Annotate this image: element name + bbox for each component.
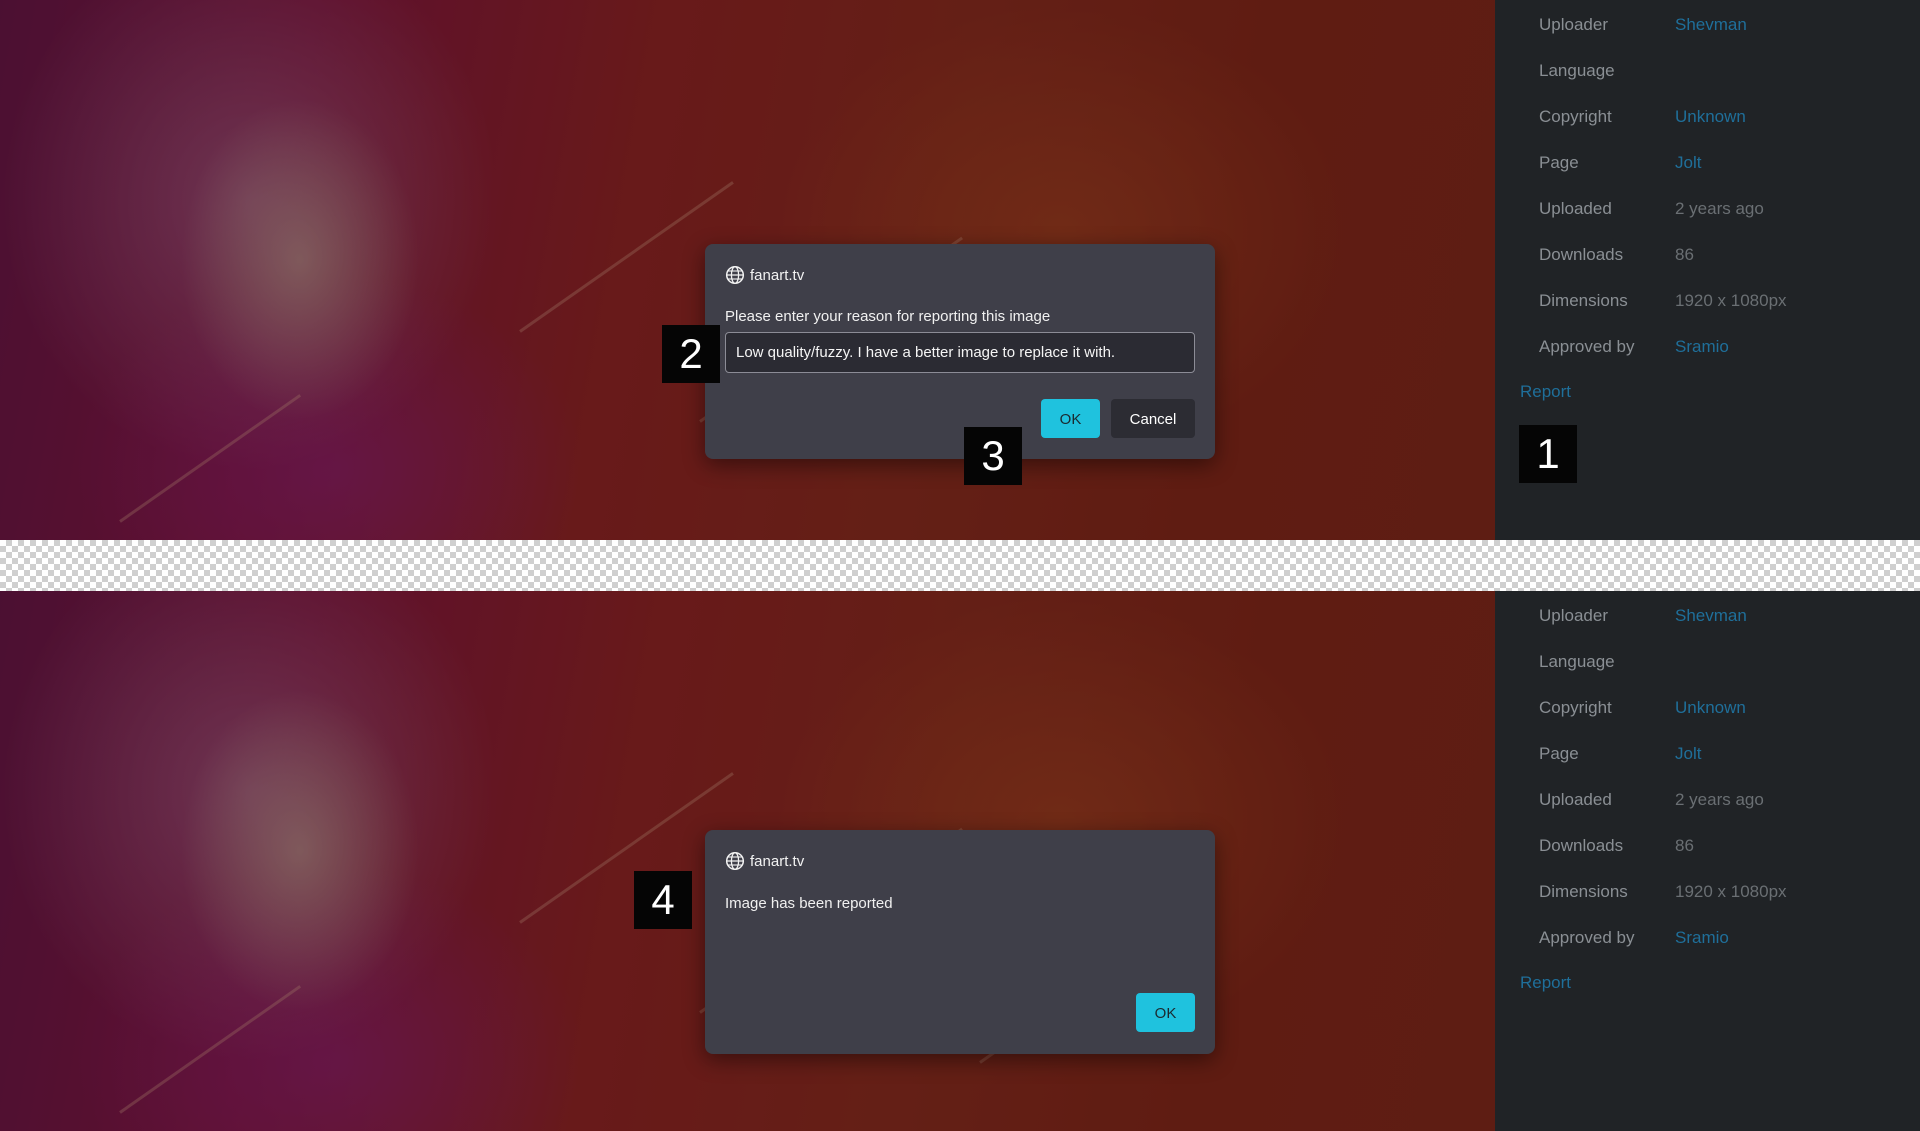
step-marker-4: 4	[634, 871, 692, 929]
info-label: Uploader	[1539, 15, 1608, 34]
page-link[interactable]: Jolt	[1675, 739, 1701, 769]
globe-icon	[725, 851, 745, 871]
report-link[interactable]: Report	[1520, 973, 1571, 993]
uploader-link[interactable]: Shevman	[1675, 10, 1747, 40]
report-reason-dialog: fanart.tv Please enter your reason for r…	[705, 244, 1215, 459]
ok-button[interactable]: OK	[1041, 399, 1100, 438]
info-value: 1920 x 1080px	[1675, 291, 1787, 310]
top-panel: Uploader Shevman Language Copyright Unkn…	[0, 0, 1920, 540]
info-label: Page	[1539, 153, 1579, 172]
step-marker-1: 1	[1519, 425, 1577, 483]
info-row-uploader: Uploader Shevman	[1539, 601, 1919, 631]
info-value: 86	[1675, 245, 1694, 264]
info-row-dimensions: Dimensions 1920 x 1080px	[1539, 877, 1919, 907]
info-label: Dimensions	[1539, 291, 1628, 310]
info-label: Copyright	[1539, 107, 1612, 126]
info-row-dimensions: Dimensions 1920 x 1080px	[1539, 286, 1919, 316]
info-label: Downloads	[1539, 836, 1624, 855]
bottom-panel: Uploader Shevman Language Copyright Unkn…	[0, 591, 1920, 1131]
info-label: Approved by	[1539, 928, 1635, 947]
info-row-uploaded: Uploaded 2 years ago	[1539, 785, 1919, 815]
info-label: Uploader	[1539, 606, 1608, 625]
info-row-language: Language	[1539, 647, 1919, 677]
info-row-uploaded: Uploaded 2 years ago	[1539, 194, 1919, 224]
globe-icon	[725, 265, 745, 285]
report-confirmation-dialog: fanart.tv Image has been reported OK	[705, 830, 1215, 1054]
uploader-link[interactable]: Shevman	[1675, 601, 1747, 631]
dialog-header: fanart.tv	[725, 850, 804, 872]
step-marker-2: 2	[662, 325, 720, 383]
info-value: 86	[1675, 836, 1694, 855]
dialog-site-title: fanart.tv	[750, 852, 805, 870]
dialog-header: fanart.tv	[725, 264, 804, 286]
info-row-downloads: Downloads 86	[1539, 831, 1919, 861]
info-label: Uploaded	[1539, 199, 1612, 218]
approver-link[interactable]: Sramio	[1675, 923, 1729, 953]
info-value: 2 years ago	[1675, 199, 1764, 218]
info-label: Page	[1539, 744, 1579, 763]
info-row-copyright: Copyright Unknown	[1539, 693, 1919, 723]
info-label: Dimensions	[1539, 882, 1628, 901]
cancel-button[interactable]: Cancel	[1111, 399, 1195, 438]
info-label: Approved by	[1539, 337, 1635, 356]
info-row-downloads: Downloads 86	[1539, 240, 1919, 270]
info-row-page: Page Jolt	[1539, 739, 1919, 769]
info-row-approved-by: Approved by Sramio	[1539, 923, 1919, 953]
ok-button[interactable]: OK	[1136, 993, 1195, 1032]
copyright-link[interactable]: Unknown	[1675, 102, 1746, 132]
info-value: 2 years ago	[1675, 790, 1764, 809]
copyright-link[interactable]: Unknown	[1675, 693, 1746, 723]
step-marker-3: 3	[964, 427, 1022, 485]
transparency-separator	[0, 540, 1920, 591]
info-label: Language	[1539, 61, 1615, 80]
info-label: Language	[1539, 652, 1615, 671]
info-label: Copyright	[1539, 698, 1612, 717]
page-link[interactable]: Jolt	[1675, 148, 1701, 178]
info-value: 1920 x 1080px	[1675, 882, 1787, 901]
image-info-sidebar: Uploader Shevman Language Copyright Unkn…	[1495, 591, 1920, 1131]
info-row-copyright: Copyright Unknown	[1539, 102, 1919, 132]
approver-link[interactable]: Sramio	[1675, 332, 1729, 362]
info-label: Downloads	[1539, 245, 1624, 264]
info-label: Uploaded	[1539, 790, 1612, 809]
dialog-message: Please enter your reason for reporting t…	[725, 308, 1051, 325]
info-row-page: Page Jolt	[1539, 148, 1919, 178]
info-row-uploader: Uploader Shevman	[1539, 10, 1919, 40]
dialog-message: Image has been reported	[725, 895, 893, 912]
image-info-sidebar: Uploader Shevman Language Copyright Unkn…	[1495, 0, 1920, 540]
dialog-site-title: fanart.tv	[750, 266, 805, 284]
info-row-approved-by: Approved by Sramio	[1539, 332, 1919, 362]
report-link[interactable]: Report	[1520, 382, 1571, 402]
info-row-language: Language	[1539, 56, 1919, 86]
report-reason-input[interactable]	[725, 332, 1195, 373]
